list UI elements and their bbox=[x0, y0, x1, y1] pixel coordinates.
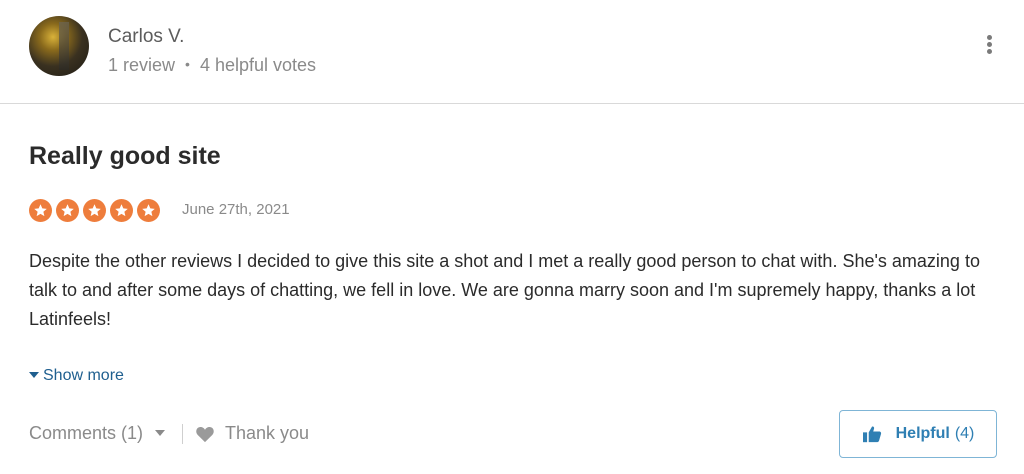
show-more-link[interactable]: Show more bbox=[29, 367, 124, 385]
star-icon bbox=[83, 199, 106, 222]
avatar[interactable] bbox=[29, 16, 89, 76]
thank-you-label: Thank you bbox=[225, 423, 310, 443]
action-divider bbox=[182, 424, 183, 444]
chevron-down-icon bbox=[155, 430, 166, 436]
helpful-button[interactable]: Helpful (4) bbox=[839, 410, 997, 458]
kebab-menu-icon[interactable] bbox=[983, 35, 995, 57]
comments-button[interactable]: Comments (1) bbox=[29, 423, 166, 444]
helpful-votes: 4 helpful votes bbox=[199, 55, 317, 75]
star-rating bbox=[29, 199, 164, 222]
thank-you-button[interactable]: Thank you bbox=[195, 423, 309, 444]
review-body: Despite the other reviews I decided to g… bbox=[29, 251, 980, 329]
review-count: 1 review bbox=[108, 55, 176, 75]
show-more-label: Show more bbox=[43, 367, 124, 384]
helpful-count: (4) bbox=[954, 425, 975, 442]
star-icon bbox=[29, 199, 52, 222]
heart-icon bbox=[196, 426, 214, 442]
comments-label: Comments (1) bbox=[29, 423, 144, 443]
review-date: June 27th, 2021 bbox=[182, 201, 290, 218]
reviewer-stats: 1 review • 4 helpful votes bbox=[108, 55, 316, 76]
stats-separator: • bbox=[185, 56, 190, 72]
thumbs-up-icon bbox=[862, 426, 881, 443]
star-icon bbox=[110, 199, 133, 222]
caret-down-icon bbox=[29, 372, 39, 378]
reviewer-name[interactable]: Carlos V. bbox=[108, 26, 184, 48]
star-icon bbox=[56, 199, 79, 222]
review-title: Really good site bbox=[29, 142, 221, 170]
helpful-label: Helpful bbox=[895, 425, 950, 442]
reviewer-header: Carlos V. 1 review • 4 helpful votes bbox=[0, 0, 1024, 104]
star-icon bbox=[137, 199, 160, 222]
